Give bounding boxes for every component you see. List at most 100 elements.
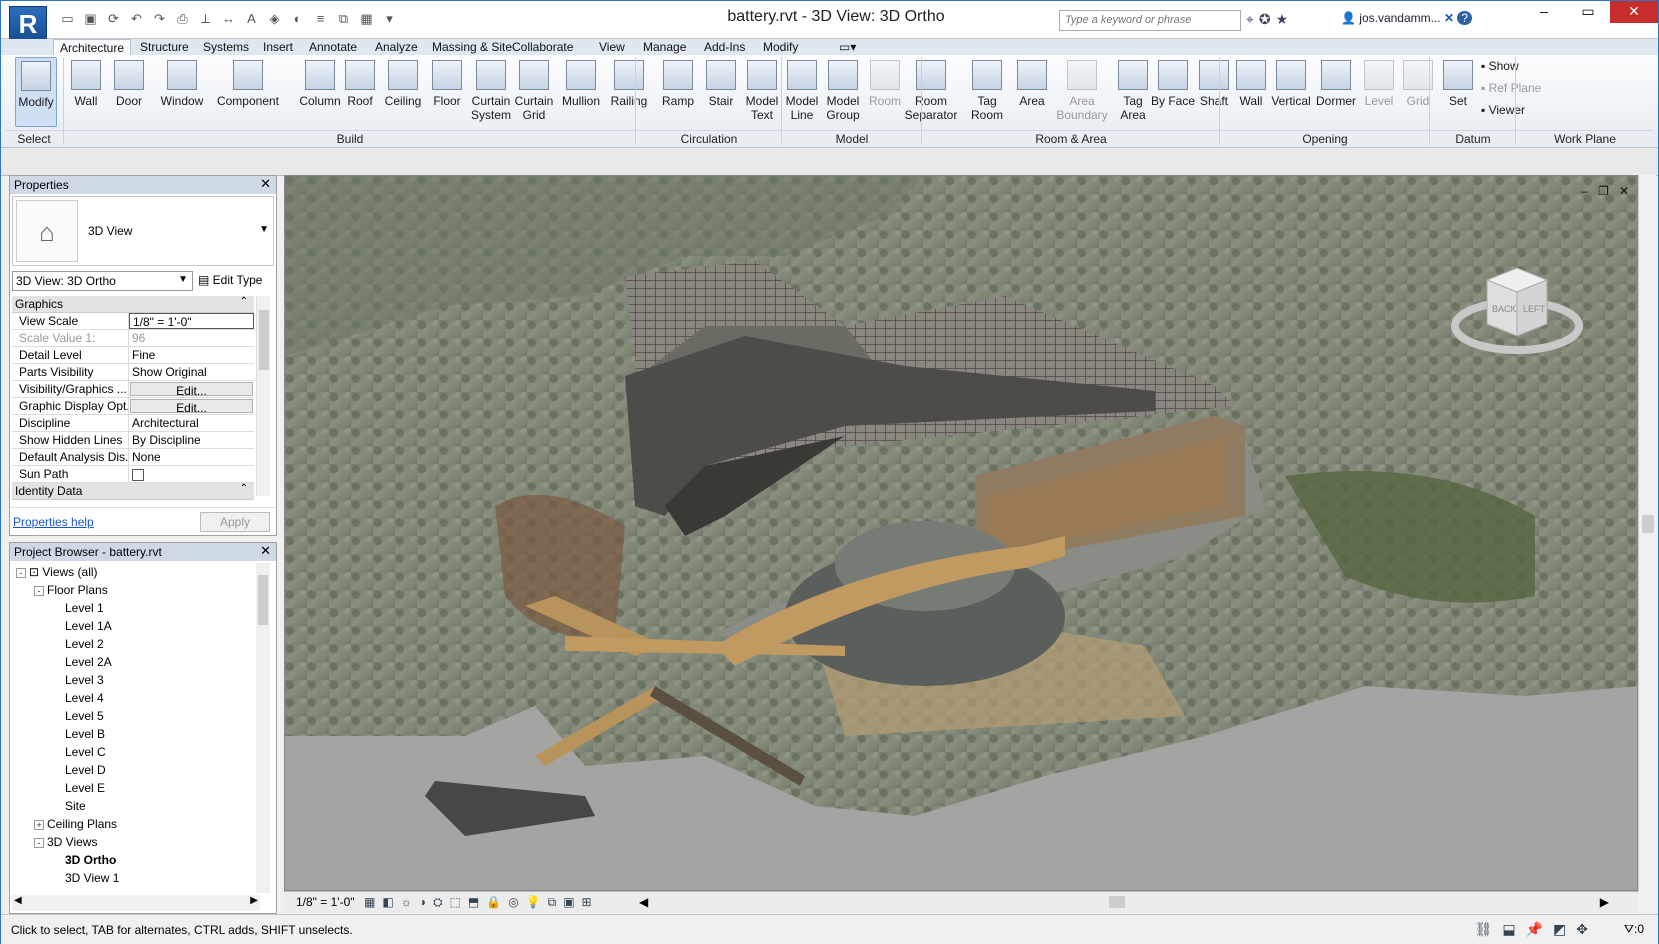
browser-scrollbar[interactable] bbox=[256, 563, 270, 893]
tree-floor-plan-item[interactable]: Level 4 bbox=[12, 689, 262, 707]
tree-ceiling-plans[interactable]: + Ceiling Plans bbox=[12, 815, 262, 833]
by-face-button[interactable]: By Face bbox=[1151, 57, 1195, 127]
view-scale[interactable]: 1/8" = 1'-0" bbox=[296, 895, 355, 909]
area-button[interactable]: Area bbox=[1011, 57, 1053, 127]
panel-opening[interactable]: Opening bbox=[1221, 130, 1429, 147]
model-line-button[interactable]: Model Line bbox=[781, 57, 823, 127]
viewer-button[interactable]: ▪ Viewer bbox=[1481, 103, 1541, 123]
scroll-thumb[interactable] bbox=[1642, 515, 1654, 533]
group-identity-data[interactable]: Identity Data ⌃ bbox=[12, 483, 254, 500]
viewport-restore-icon[interactable]: ❐ bbox=[1598, 184, 1609, 198]
viewport-vertical-scrollbar[interactable] bbox=[1638, 175, 1656, 891]
tab-insert[interactable]: Insert bbox=[257, 39, 299, 55]
minimize-button[interactable]: – bbox=[1522, 1, 1566, 23]
edit-type-button[interactable]: ▤ Edit Type bbox=[198, 271, 262, 289]
worksharing-icon[interactable]: ⧉ bbox=[548, 895, 557, 910]
door-button[interactable]: Door bbox=[111, 57, 147, 127]
analysis-icon[interactable]: ▣ bbox=[563, 895, 574, 910]
scroll-thumb[interactable] bbox=[258, 575, 268, 625]
tree-floor-plan-item[interactable]: Site bbox=[12, 797, 262, 815]
properties-scrollbar[interactable] bbox=[256, 296, 270, 496]
tab-massing-site[interactable]: Massing & Site bbox=[426, 39, 518, 55]
viewcube-left-face[interactable]: LEFT bbox=[1523, 304, 1546, 314]
thin-lines-icon[interactable]: ≡ bbox=[310, 10, 331, 28]
collapse-icon[interactable]: - bbox=[16, 567, 26, 578]
detail-level-icon[interactable]: ▦ bbox=[364, 895, 375, 910]
roof-button[interactable]: Roof bbox=[341, 57, 379, 127]
type-selector[interactable]: ⌂ 3D View ▼ bbox=[12, 196, 274, 266]
redo-icon[interactable]: ↷ bbox=[149, 10, 170, 28]
opening-wall-button[interactable]: Wall bbox=[1233, 57, 1269, 127]
tree-floor-plan-item[interactable]: Level D bbox=[12, 761, 262, 779]
qat-menu-icon[interactable]: ▾ bbox=[379, 10, 400, 28]
select-by-face-icon[interactable]: ◩ bbox=[1553, 921, 1566, 938]
revit-logo-button[interactable]: R bbox=[9, 6, 47, 42]
tree-views-all[interactable]: - ⊡ Views (all) bbox=[12, 563, 262, 581]
star-icon[interactable]: ★ bbox=[1276, 11, 1289, 28]
scroll-thumb[interactable] bbox=[1109, 896, 1125, 908]
dimension-icon[interactable]: ↔ bbox=[218, 10, 239, 28]
3d-view-icon[interactable]: ◈ bbox=[264, 10, 285, 28]
user-account[interactable]: 👤 jos.vandamm... ✕ ? bbox=[1341, 11, 1473, 25]
select-underlay-icon[interactable]: ⬓ bbox=[1502, 921, 1515, 938]
property-value[interactable]: None bbox=[129, 449, 254, 465]
close-hidden-icon[interactable]: ⧉ bbox=[333, 10, 354, 28]
apply-button[interactable]: Apply bbox=[200, 512, 270, 532]
tree-floor-plan-item[interactable]: Level 2 bbox=[12, 635, 262, 653]
tree-floor-plan-item[interactable]: Level E bbox=[12, 779, 262, 797]
show-crop-icon[interactable]: ⬒ bbox=[468, 895, 479, 910]
ref-plane-button[interactable]: ▪ Ref Plane bbox=[1481, 81, 1551, 101]
modify-button[interactable]: Modify bbox=[15, 57, 57, 127]
tab-analyze[interactable]: Analyze bbox=[369, 39, 424, 55]
railing-button[interactable]: Railing bbox=[605, 57, 653, 127]
scroll-right-icon[interactable]: ▶ bbox=[1600, 895, 1609, 909]
curtain-grid-button[interactable]: Curtain Grid bbox=[513, 57, 555, 127]
switch-windows-icon[interactable]: ▦ bbox=[356, 10, 377, 28]
edit-button[interactable]: Edit... bbox=[130, 382, 253, 396]
tab-systems[interactable]: Systems bbox=[197, 39, 255, 55]
expand-icon[interactable]: + bbox=[34, 819, 44, 830]
level-button[interactable]: Level bbox=[1361, 57, 1397, 127]
window-button[interactable]: Window bbox=[149, 57, 215, 127]
measure-icon[interactable]: ⟂ bbox=[195, 10, 216, 28]
tab-manage[interactable]: Manage bbox=[637, 39, 692, 55]
viewport-minimize-icon[interactable]: – bbox=[1581, 184, 1588, 198]
tree-3d-views[interactable]: -3D Views bbox=[12, 833, 262, 851]
model-text-button[interactable]: Model Text bbox=[741, 57, 783, 127]
property-value[interactable]: By Discipline bbox=[129, 432, 254, 448]
tab-add-ins[interactable]: Add-Ins bbox=[698, 39, 751, 55]
area-boundary-button[interactable]: Area Boundary bbox=[1053, 57, 1111, 127]
panel-select[interactable]: Select bbox=[5, 130, 63, 147]
curtain-system-button[interactable]: Curtain System bbox=[467, 57, 515, 127]
viewcube-back-face[interactable]: BACK bbox=[1492, 304, 1517, 314]
browser-horizontal-scrollbar[interactable]: ◀ ▶ bbox=[12, 895, 260, 911]
property-value[interactable]: Architectural bbox=[129, 415, 254, 431]
dormer-button[interactable]: Dormer bbox=[1314, 57, 1358, 127]
open-icon[interactable]: ▭ bbox=[57, 10, 78, 28]
tag-room-button[interactable]: Tag Room bbox=[963, 57, 1011, 127]
viewport-close-icon[interactable]: ✕ bbox=[1619, 184, 1629, 198]
type-dropdown-icon[interactable]: ▼ bbox=[259, 224, 269, 235]
search-input[interactable]: Type a keyword or phrase bbox=[1059, 10, 1241, 31]
constraints-icon[interactable]: ⊞ bbox=[582, 895, 592, 910]
sync-icon[interactable]: ⟳ bbox=[103, 10, 124, 28]
panel-build[interactable]: Build bbox=[65, 130, 635, 147]
print-icon[interactable]: ⎙ bbox=[172, 10, 193, 28]
restore-button[interactable]: ▭ bbox=[1566, 1, 1610, 23]
panel-model[interactable]: Model bbox=[783, 130, 921, 147]
select-links-icon[interactable]: ⛓ bbox=[1475, 921, 1493, 938]
subscription-icon[interactable]: ✪ bbox=[1259, 11, 1271, 28]
sun-path-icon[interactable]: ☼ bbox=[401, 895, 412, 910]
panel-room-area[interactable]: Room & Area bbox=[923, 130, 1219, 147]
close-button[interactable]: ✕ bbox=[1610, 1, 1658, 23]
collapse-icon[interactable]: - bbox=[34, 585, 44, 596]
scroll-left-icon[interactable]: ◀ bbox=[14, 895, 22, 906]
3d-viewport[interactable]: – ❐ ✕ BACK LEFT bbox=[284, 175, 1638, 891]
tag-area-button[interactable]: Tag Area bbox=[1117, 57, 1149, 127]
tab-annotate[interactable]: Annotate bbox=[303, 39, 363, 55]
scroll-right-icon[interactable]: ▶ bbox=[250, 895, 258, 906]
panel-datum[interactable]: Datum bbox=[1431, 130, 1515, 147]
tree-3d-view-item[interactable]: 3D View 1 bbox=[12, 869, 262, 887]
set-button[interactable]: Set bbox=[1441, 57, 1475, 127]
shadows-icon[interactable]: ◑ bbox=[419, 895, 426, 910]
